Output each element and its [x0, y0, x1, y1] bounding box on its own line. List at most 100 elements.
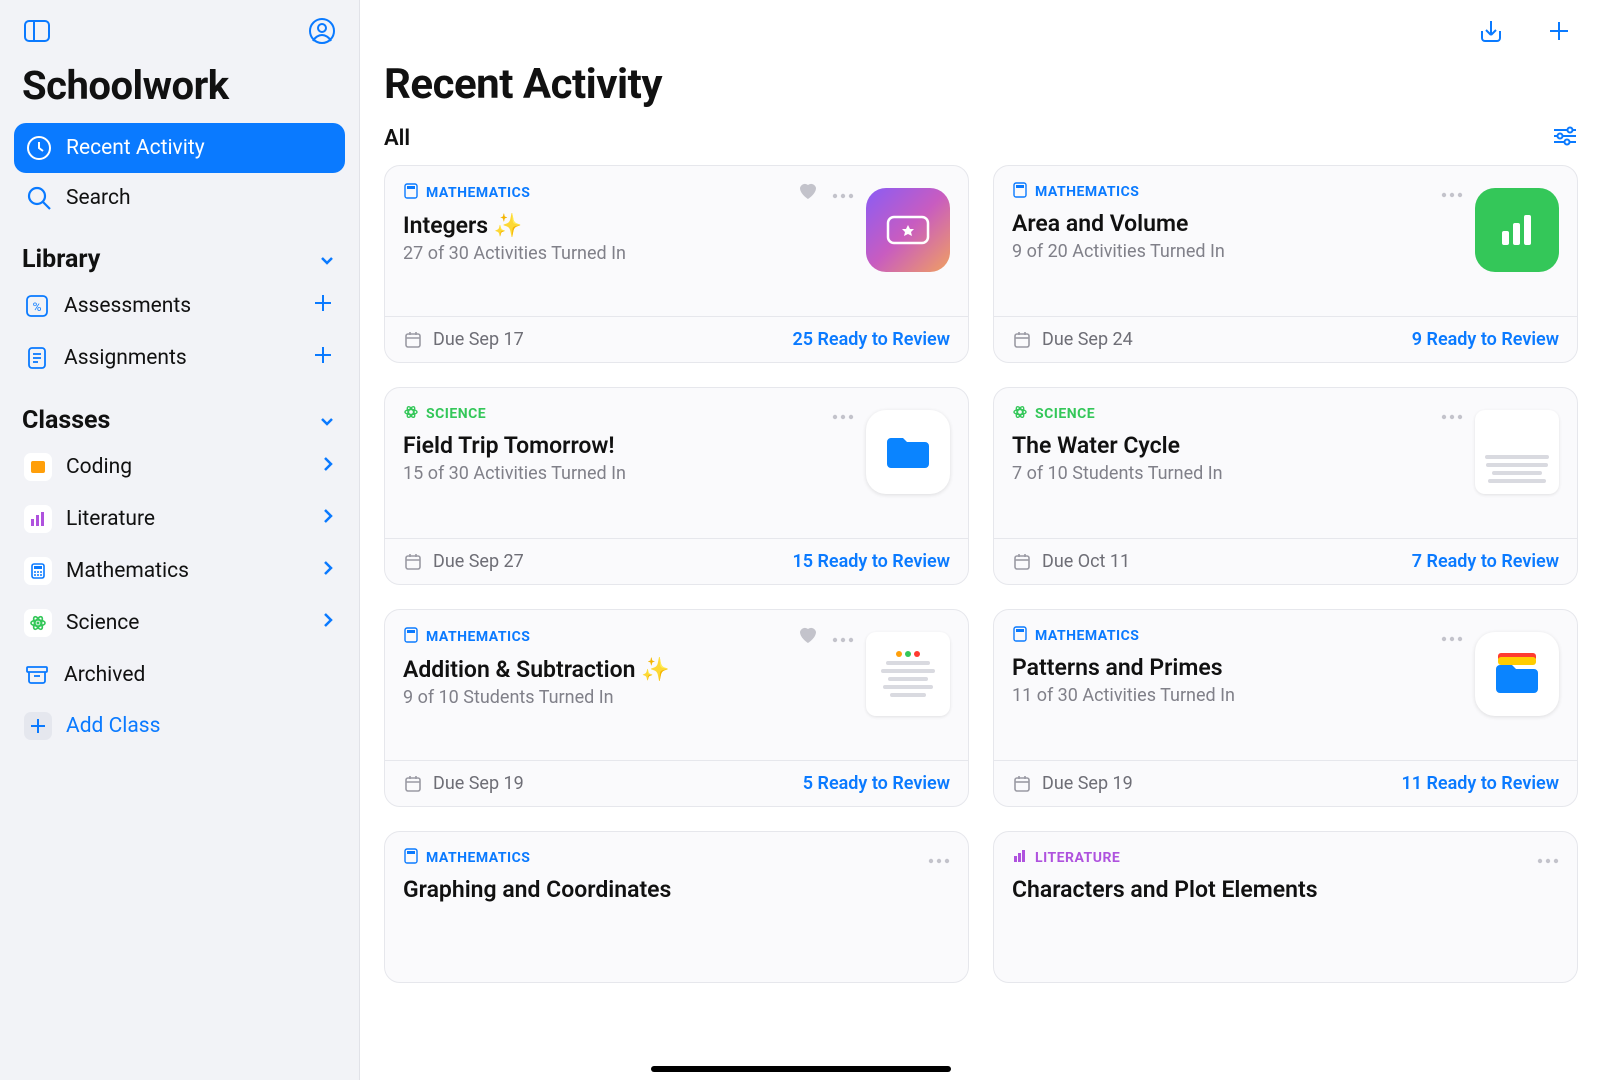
favorite-icon[interactable] [798, 182, 818, 204]
activity-card[interactable]: MATHEMATICS Patterns and Primes 11 of 30… [993, 609, 1578, 807]
chevron-right-icon [321, 455, 335, 473]
subject-icon [403, 627, 419, 647]
download-button[interactable] [1472, 12, 1510, 50]
main-content: Recent Activity All MATHEMATICS [360, 0, 1602, 1080]
more-options-button[interactable] [1441, 627, 1463, 646]
more-options-button[interactable] [1441, 183, 1463, 202]
more-options-button[interactable] [832, 628, 854, 647]
activity-card[interactable]: SCIENCE Field Trip Tomorrow! 15 of 30 Ac… [384, 387, 969, 585]
archived-item[interactable]: Archived [14, 649, 345, 701]
add-assignment-button[interactable] [311, 343, 335, 373]
library-item-assignments[interactable]: Assignments [14, 332, 345, 384]
calculator-icon [24, 557, 52, 585]
due-date: Due Sep 19 [433, 773, 524, 794]
sidebar: Schoolwork Recent Activity Search Librar… [0, 0, 360, 1080]
calendar-icon [1012, 330, 1032, 350]
calendar-icon [403, 330, 423, 350]
app-thumbnail [866, 410, 950, 494]
activity-card[interactable]: SCIENCE The Water Cycle 7 of 10 Students… [993, 387, 1578, 585]
more-options-button[interactable] [1537, 849, 1559, 868]
class-item-literature[interactable]: Literature [14, 493, 345, 545]
calendar-icon [1012, 774, 1032, 794]
class-item-coding[interactable]: Coding [14, 441, 345, 493]
due-date: Due Sep 24 [1042, 329, 1133, 350]
card-title: Area and Volume [1012, 210, 1463, 237]
card-title: Characters and Plot Elements [1012, 876, 1559, 903]
card-subtitle: 7 of 10 Students Turned In [1012, 463, 1463, 484]
more-options-button[interactable] [832, 405, 854, 424]
archive-icon [24, 662, 50, 688]
nav-recent-activity[interactable]: Recent Activity [14, 123, 345, 173]
class-item-mathematics[interactable]: Mathematics [14, 545, 345, 597]
library-header[interactable]: Library [14, 223, 345, 280]
more-options-button[interactable] [928, 849, 950, 868]
document-thumbnail [1475, 410, 1559, 494]
add-button[interactable] [1540, 12, 1578, 50]
due-date: Due Oct 11 [1042, 551, 1130, 572]
library-item-assessments[interactable]: % Assessments [14, 280, 345, 332]
more-options-button[interactable] [832, 184, 854, 203]
subject-label: MATHEMATICS [426, 850, 530, 866]
subject-icon [403, 183, 419, 203]
subject-icon [403, 404, 419, 424]
ready-to-review-link[interactable]: 7 Ready to Review [1412, 551, 1559, 572]
activity-card[interactable]: MATHEMATICS Addition & Subtraction ✨ 9 o… [384, 609, 969, 807]
nav-search[interactable]: Search [14, 173, 345, 223]
card-title: The Water Cycle [1012, 432, 1463, 459]
calendar-icon [403, 552, 423, 572]
due-date: Due Sep 17 [433, 329, 524, 350]
subject-label: LITERATURE [1035, 850, 1120, 866]
app-thumbnail [866, 188, 950, 272]
chevron-right-icon [321, 507, 335, 525]
add-class-button[interactable]: Add Class [14, 701, 345, 751]
card-subtitle: 9 of 10 Students Turned In [403, 687, 854, 708]
calendar-icon [403, 774, 423, 794]
due-date: Due Sep 19 [1042, 773, 1133, 794]
ready-to-review-link[interactable]: 9 Ready to Review [1412, 329, 1559, 350]
filter-settings-button[interactable] [1552, 125, 1578, 151]
card-title: Field Trip Tomorrow! [403, 432, 854, 459]
subject-icon [1012, 182, 1028, 202]
card-subtitle: 27 of 30 Activities Turned In [403, 243, 854, 264]
activity-card[interactable]: LITERATURE Characters and Plot Elements [993, 831, 1578, 983]
document-icon [24, 345, 50, 371]
subject-label: MATHEMATICS [1035, 184, 1139, 200]
filter-scope-label[interactable]: All [384, 126, 410, 151]
plus-icon [311, 291, 335, 315]
card-title: Patterns and Primes [1012, 654, 1463, 681]
ready-to-review-link[interactable]: 25 Ready to Review [792, 329, 950, 350]
ready-to-review-link[interactable]: 5 Ready to Review [803, 773, 950, 794]
activity-card[interactable]: MATHEMATICS Area and Volume 9 of 20 Acti… [993, 165, 1578, 363]
subject-label: MATHEMATICS [426, 185, 530, 201]
document-thumbnail [866, 632, 950, 716]
activity-card[interactable]: MATHEMATICS Graphing and Coordinates [384, 831, 969, 983]
page-title: Recent Activity [384, 60, 1578, 109]
due-date: Due Sep 27 [433, 551, 524, 572]
card-title: Addition & Subtraction ✨ [403, 656, 854, 683]
classes-header[interactable]: Classes [14, 384, 345, 441]
card-title: Integers ✨ [403, 212, 854, 239]
app-title: Schoolwork [14, 56, 345, 123]
chevron-down-icon [317, 250, 337, 270]
class-item-science[interactable]: Science [14, 597, 345, 649]
profile-button[interactable] [305, 14, 339, 48]
subject-label: SCIENCE [1035, 406, 1095, 422]
favorite-icon[interactable] [798, 626, 818, 648]
activity-card[interactable]: MATHEMATICS Integers ✨ 27 of 30 Activiti… [384, 165, 969, 363]
ready-to-review-link[interactable]: 11 Ready to Review [1401, 773, 1559, 794]
subject-label: MATHEMATICS [1035, 628, 1139, 644]
add-assessment-button[interactable] [311, 291, 335, 321]
sliders-icon [1552, 125, 1578, 147]
search-icon [26, 185, 52, 211]
calendar-icon [1012, 552, 1032, 572]
sidebar-toggle-button[interactable] [20, 14, 54, 48]
more-options-button[interactable] [1441, 405, 1463, 424]
user-circle-icon [308, 17, 336, 45]
svg-text:%: % [33, 300, 42, 314]
bars-icon [24, 505, 52, 533]
app-thumbnail [1475, 188, 1559, 272]
ready-to-review-link[interactable]: 15 Ready to Review [792, 551, 950, 572]
subject-label: MATHEMATICS [426, 629, 530, 645]
chevron-down-icon [317, 411, 337, 431]
clock-icon [26, 135, 52, 161]
